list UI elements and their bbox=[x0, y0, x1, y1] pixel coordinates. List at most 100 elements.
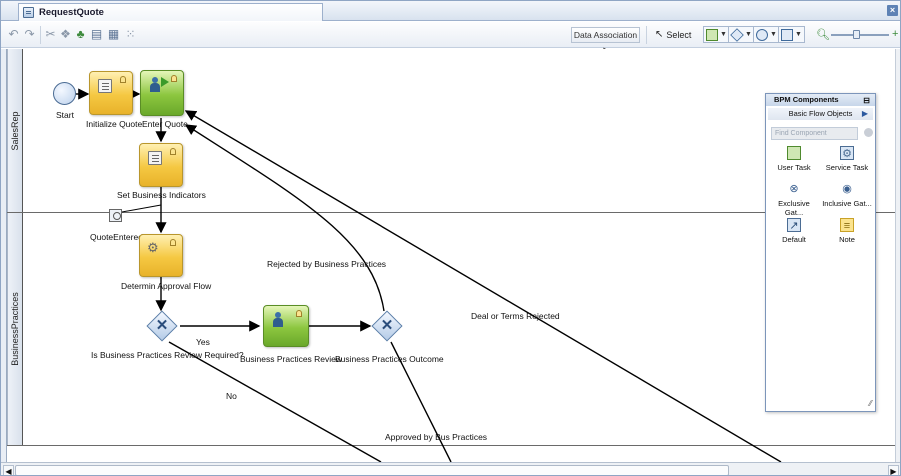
user-task-icon bbox=[706, 28, 718, 41]
find-component-placeholder: Find Component bbox=[775, 130, 827, 137]
flow-label-no: No bbox=[226, 391, 237, 401]
event-icon bbox=[756, 28, 768, 41]
flow-label-yes: Yes bbox=[196, 337, 210, 347]
palette-title: BPM Components bbox=[774, 95, 839, 104]
bpm-components-palette[interactable]: BPM Components ⊟ Basic Flow Objects ▶ Fi… bbox=[765, 93, 876, 412]
business-practices-outcome-label: Business Practices Outcome bbox=[335, 354, 444, 364]
close-icon[interactable]: × bbox=[887, 5, 898, 16]
chevron-right-icon[interactable]: ▶ bbox=[862, 108, 868, 120]
lock-icon bbox=[170, 148, 176, 155]
palette-item-service-task[interactable]: ⚙ Service Task bbox=[821, 146, 873, 172]
toolbar-divider bbox=[40, 26, 41, 44]
business-practices-review-label: Business Practices Review bbox=[240, 354, 343, 364]
scroll-right-icon[interactable]: ▶ bbox=[888, 465, 899, 475]
exclusive-gateway-icon: ✕ bbox=[155, 317, 169, 334]
palette-item-default[interactable]: ↗ Default bbox=[768, 218, 820, 244]
grid-icon[interactable]: ▦ bbox=[107, 28, 120, 41]
exclusive-gateway-icon bbox=[730, 27, 744, 42]
default-flow-icon bbox=[781, 28, 793, 41]
toolbar-divider bbox=[646, 26, 647, 44]
quote-entered-label: QuoteEntered bbox=[90, 232, 143, 242]
clear-search-icon[interactable] bbox=[864, 128, 873, 137]
task-type-dropdown[interactable]: ▼ bbox=[703, 26, 730, 43]
fit-icon[interactable]: ⁙ bbox=[124, 28, 137, 41]
task-enter-quote[interactable] bbox=[140, 70, 184, 116]
play-icon bbox=[161, 77, 169, 87]
redo-icon[interactable]: ↷ bbox=[23, 28, 36, 41]
chevron-down-icon: ▼ bbox=[795, 31, 802, 38]
data-association-button[interactable]: Data Association ▸ bbox=[571, 27, 640, 54]
vertical-scrollbar[interactable] bbox=[895, 49, 900, 462]
flow-rejected-by-bp[interactable] bbox=[184, 124, 385, 312]
user-task-icon bbox=[787, 146, 801, 160]
editor-tab-bar: RequestQuote × bbox=[1, 1, 900, 21]
print-icon[interactable]: ▤ bbox=[90, 28, 103, 41]
script-task-icon bbox=[98, 79, 112, 93]
user-task-icon bbox=[150, 77, 160, 93]
process-document-icon bbox=[23, 7, 34, 18]
select-tool-button[interactable]: ↖ Select bbox=[655, 27, 700, 43]
cut-icon[interactable]: ✂ bbox=[44, 28, 57, 41]
palette-section-header[interactable]: Basic Flow Objects ▶ bbox=[768, 108, 873, 120]
service-task-icon: ⚙ bbox=[840, 146, 854, 160]
palette-header[interactable]: BPM Components ⊟ bbox=[766, 94, 875, 106]
start-label: Start bbox=[56, 110, 74, 120]
data-association-label: Data Association bbox=[573, 30, 638, 40]
flow-quoteentered-assoc[interactable] bbox=[121, 204, 162, 213]
zoom-slider-track[interactable] bbox=[831, 34, 889, 36]
horizontal-scrollbar[interactable]: ◀ ▶ bbox=[1, 462, 900, 475]
task-set-business-indicators[interactable] bbox=[139, 143, 183, 187]
paste-icon[interactable]: ♣ bbox=[74, 28, 87, 41]
palette-item-label: User Task bbox=[777, 163, 811, 172]
palette-item-label: Default bbox=[782, 235, 806, 244]
palette-item-note[interactable]: ≡ Note bbox=[821, 218, 873, 244]
start-event[interactable] bbox=[53, 82, 76, 105]
exclusive-gateway-icon: ✕ bbox=[380, 317, 394, 334]
palette-item-label: Service Task bbox=[825, 163, 869, 172]
zoom-in-icon[interactable]: + bbox=[892, 28, 898, 40]
task-business-practices-review[interactable] bbox=[263, 305, 309, 347]
chevron-down-icon: ▼ bbox=[745, 31, 752, 38]
lock-icon bbox=[296, 310, 302, 317]
determin-approval-flow-label: Determin Approval Flow bbox=[121, 281, 212, 291]
script-task-icon bbox=[148, 151, 162, 165]
undo-icon[interactable]: ↶ bbox=[7, 28, 20, 41]
lock-icon bbox=[120, 76, 126, 83]
flow-type-dropdown[interactable]: ▼ bbox=[778, 26, 805, 43]
select-tool-label: Select bbox=[666, 30, 692, 40]
zoom-out-icon[interactable]: 🔍︎ bbox=[816, 28, 830, 41]
event-type-dropdown[interactable]: ▼ bbox=[753, 26, 780, 43]
default-flow-icon: ↗ bbox=[787, 218, 801, 232]
resize-grip-icon[interactable]: ⁄⁄ bbox=[869, 399, 872, 408]
palette-item-label: Note bbox=[839, 235, 855, 244]
palette-item-inclusive-gateway[interactable]: ◉ Inclusive Gat... bbox=[821, 182, 873, 208]
user-task-icon bbox=[273, 312, 283, 328]
rules-gear-icon: ⚙ bbox=[147, 240, 159, 255]
scroll-left-icon[interactable]: ◀ bbox=[3, 465, 14, 475]
find-component-input[interactable]: Find Component bbox=[771, 127, 858, 140]
palette-item-label: Inclusive Gat... bbox=[822, 199, 872, 208]
quote-entered-message-event[interactable] bbox=[109, 209, 122, 222]
palette-item-user-task[interactable]: User Task bbox=[768, 146, 820, 172]
diagram-toolbar: ↶ ↷ ✂ ❖ ♣ ▤ ▦ ⁙ Data Association ▸ ↖ Sel… bbox=[1, 22, 900, 54]
inclusive-gateway-icon: ◉ bbox=[842, 183, 852, 195]
copy-icon[interactable]: ❖ bbox=[59, 28, 72, 41]
palette-item-exclusive-gateway[interactable]: ⊗ Exclusive Gat... bbox=[768, 182, 820, 217]
process-canvas[interactable]: SalesRep BusinessPractices Start Initial… bbox=[1, 49, 900, 462]
gateway-type-dropdown[interactable]: ▼ bbox=[728, 26, 755, 43]
flow-deal-rejected[interactable] bbox=[184, 110, 782, 462]
set-business-indicators-label: Set Business Indicators bbox=[117, 190, 206, 200]
palette-section-label: Basic Flow Objects bbox=[788, 109, 853, 118]
task-determin-approval-flow[interactable]: ⚙ bbox=[139, 234, 183, 277]
flow-label-approved-by-bp: Approved by Bus Practices bbox=[385, 432, 488, 442]
flow-label-rejected-by-bp: Rejected by Business Practices bbox=[267, 259, 387, 269]
chevron-down-icon: ▼ bbox=[720, 31, 727, 38]
note-icon: ≡ bbox=[840, 218, 854, 232]
pointer-icon: ↖ bbox=[655, 29, 664, 40]
minimize-icon[interactable]: ⊟ bbox=[863, 95, 870, 107]
horizontal-scroll-thumb[interactable] bbox=[15, 465, 729, 475]
tab-title: RequestQuote bbox=[39, 7, 104, 18]
task-initialize-quote[interactable] bbox=[89, 71, 133, 115]
zoom-slider-thumb[interactable] bbox=[853, 30, 860, 39]
tab-requestquote[interactable]: RequestQuote bbox=[18, 3, 323, 21]
